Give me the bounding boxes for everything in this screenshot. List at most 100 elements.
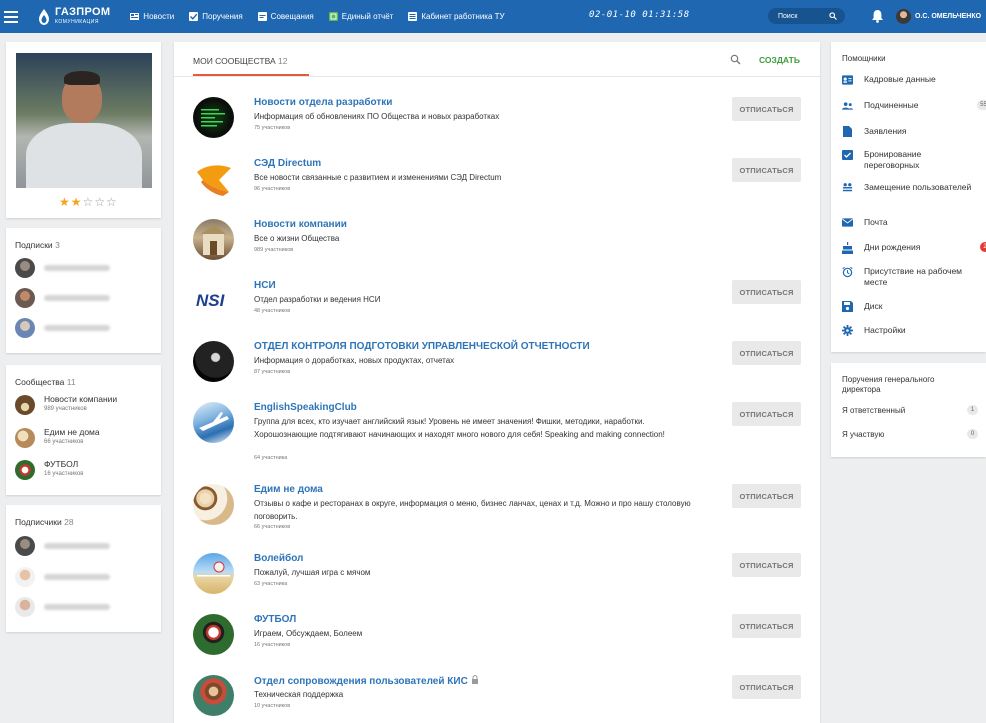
cake-icon bbox=[842, 241, 853, 254]
avatar bbox=[15, 536, 35, 556]
helper-room-booking[interactable]: Бронирование переговорных bbox=[842, 149, 972, 171]
community-title[interactable]: Новости компании bbox=[254, 219, 347, 230]
birthdays-badge: 2 bbox=[980, 242, 986, 252]
community-avatar[interactable] bbox=[193, 675, 234, 716]
community-item[interactable]: Едим не дома 66 участников bbox=[15, 427, 100, 448]
community-avatar bbox=[15, 460, 35, 480]
helper-applications[interactable]: Заявления bbox=[842, 126, 972, 137]
community-avatar[interactable] bbox=[193, 402, 234, 443]
helper-user-substitution[interactable]: Замещение пользователей bbox=[842, 182, 972, 193]
menu-icon[interactable] bbox=[4, 10, 18, 23]
subscribers-count: 28 bbox=[64, 517, 74, 527]
subscribers-card: Подписчики 28 bbox=[6, 505, 161, 632]
subscriptions-title[interactable]: Подписки 3 bbox=[15, 240, 60, 250]
nav-cabinet[interactable]: Кабинет работника ТУ bbox=[408, 12, 505, 21]
subscribers-title[interactable]: Подписчики 28 bbox=[15, 517, 74, 527]
unsubscribe-button[interactable]: ОТПИСАТЬСЯ bbox=[732, 614, 801, 638]
tab-my-communities[interactable]: МОИ СООБЩЕСТВА 12 bbox=[193, 56, 288, 66]
clock-display: 02-01-10 01:31:58 bbox=[589, 10, 690, 20]
search-icon[interactable] bbox=[829, 12, 837, 20]
helper-settings[interactable]: Настройки bbox=[842, 325, 972, 336]
community-item[interactable]: Новости компании 989 участников bbox=[15, 394, 117, 415]
orders-responsible[interactable]: Я ответственный bbox=[842, 406, 905, 415]
communities-title[interactable]: Сообщества 11 bbox=[15, 377, 76, 387]
unsubscribe-button[interactable]: ОТПИСАТЬСЯ bbox=[732, 341, 801, 365]
profile-photo[interactable] bbox=[16, 53, 152, 188]
nav-meetings[interactable]: Совещания bbox=[257, 12, 314, 21]
helper-birthdays[interactable]: Дни рождения 2 bbox=[842, 241, 986, 254]
document-icon bbox=[842, 126, 853, 137]
unsubscribe-button[interactable]: ОТПИСАТЬСЯ bbox=[732, 553, 801, 577]
community-title[interactable]: НСИ bbox=[254, 280, 276, 291]
community-avatar bbox=[15, 395, 35, 415]
helper-label: Подчиненные bbox=[864, 100, 919, 110]
svg-text:NSI: NSI bbox=[196, 291, 226, 310]
community-title[interactable]: СЭД Directum bbox=[254, 158, 321, 169]
unsubscribe-button[interactable]: ОТПИСАТЬСЯ bbox=[732, 97, 801, 121]
user-menu[interactable]: О.С. ОМЕЛЬЧЕНКО bbox=[896, 9, 981, 24]
unsubscribe-button[interactable]: ОТПИСАТЬСЯ bbox=[732, 402, 801, 426]
logo-subtext: КОМУНИКАЦИЯ bbox=[55, 18, 99, 25]
community-avatar[interactable] bbox=[193, 614, 234, 655]
community-item[interactable]: ФУТБОЛ 16 участников bbox=[15, 459, 83, 480]
community-title[interactable]: ФУТБОЛ bbox=[254, 614, 296, 625]
communities-panel: МОИ СООБЩЕСТВА 12 СОЗДАТЬ Новости отдела… bbox=[174, 42, 820, 723]
helper-label: Присутствие на рабочем месте bbox=[864, 266, 963, 287]
community-description: Играем, Обсуждаем, Болеем bbox=[254, 629, 363, 638]
helper-hr-data[interactable]: Кадровые данные bbox=[842, 74, 972, 85]
subscriber-person[interactable] bbox=[15, 597, 110, 617]
community-title[interactable]: EnglishSpeakingClub bbox=[254, 402, 357, 413]
community-description: Информация о доработках, новых продуктах… bbox=[254, 356, 455, 365]
search-input[interactable]: Поиск bbox=[768, 8, 845, 24]
cabinet-icon bbox=[408, 12, 418, 21]
rating-stars[interactable]: ★★☆☆☆ bbox=[59, 195, 118, 209]
orders-responsible-badge: 1 bbox=[967, 405, 978, 415]
community-avatar[interactable] bbox=[193, 97, 234, 138]
subordinates-badge: 55 bbox=[977, 100, 986, 110]
subscribers-title-label: Подписчики bbox=[15, 517, 62, 527]
subscription-person[interactable] bbox=[15, 258, 110, 278]
create-button[interactable]: СОЗДАТЬ bbox=[759, 55, 800, 65]
community-avatar[interactable] bbox=[193, 341, 234, 382]
orders-participant[interactable]: Я участвую bbox=[842, 430, 884, 439]
subscriber-person[interactable] bbox=[15, 567, 110, 587]
community-avatar[interactable] bbox=[193, 553, 234, 594]
community-avatar[interactable] bbox=[193, 219, 234, 260]
helper-subordinates[interactable]: Подчиненные 55 bbox=[842, 100, 986, 111]
community-avatar[interactable] bbox=[193, 484, 234, 525]
community-title[interactable]: ОТДЕЛ КОНТРОЛЯ ПОДГОТОВКИ УПРАВЛЕНЧЕСКОЙ… bbox=[254, 341, 590, 352]
calendar-check-icon bbox=[842, 149, 853, 160]
nav-report-label: Единый отчёт bbox=[341, 12, 394, 21]
nav-report[interactable]: Единый отчёт bbox=[328, 12, 394, 21]
community-description: Группа для всех, кто изучает английский … bbox=[254, 417, 665, 439]
community-members: 16 участников bbox=[254, 642, 291, 648]
community-title[interactable]: Едим не дома bbox=[254, 484, 323, 495]
community-title[interactable]: Волейбол bbox=[254, 553, 303, 564]
nav-news[interactable]: Новости bbox=[130, 12, 174, 21]
community-description: Отдел разработки и ведения НСИ bbox=[254, 295, 381, 304]
nav-tasks[interactable]: Поручения bbox=[189, 12, 243, 21]
community-title[interactable]: Отдел сопровождения пользователей КИС bbox=[254, 675, 479, 687]
community-title-text: Отдел сопровождения пользователей КИС bbox=[254, 676, 468, 687]
community-avatar[interactable] bbox=[193, 158, 234, 199]
unsubscribe-button[interactable]: ОТПИСАТЬСЯ bbox=[732, 158, 801, 182]
unsubscribe-button[interactable]: ОТПИСАТЬСЯ bbox=[732, 484, 801, 508]
people-icon bbox=[842, 100, 853, 111]
community-description: Техническая поддержка bbox=[254, 690, 344, 699]
search-icon[interactable] bbox=[730, 54, 741, 65]
helper-mail[interactable]: Почта bbox=[842, 217, 972, 228]
community-avatar[interactable]: NSI bbox=[193, 280, 234, 321]
unsubscribe-button[interactable]: ОТПИСАТЬСЯ bbox=[732, 280, 801, 304]
unsubscribe-button[interactable]: ОТПИСАТЬСЯ bbox=[732, 675, 801, 699]
subscription-person[interactable] bbox=[15, 318, 110, 338]
flame-logo-icon bbox=[39, 8, 49, 25]
helper-presence[interactable]: Присутствие на рабочем месте bbox=[842, 266, 972, 288]
subscriber-person[interactable] bbox=[15, 536, 110, 556]
company-logo[interactable]: ГАЗПРОМ КОМУНИКАЦИЯ bbox=[36, 6, 110, 27]
community-members: 48 участников bbox=[254, 308, 291, 314]
bell-icon[interactable] bbox=[871, 9, 884, 23]
gear-icon bbox=[842, 325, 853, 336]
helper-disk[interactable]: Диск bbox=[842, 301, 972, 312]
subscription-person[interactable] bbox=[15, 288, 110, 308]
community-title[interactable]: Новости отдела разработки bbox=[254, 97, 392, 108]
